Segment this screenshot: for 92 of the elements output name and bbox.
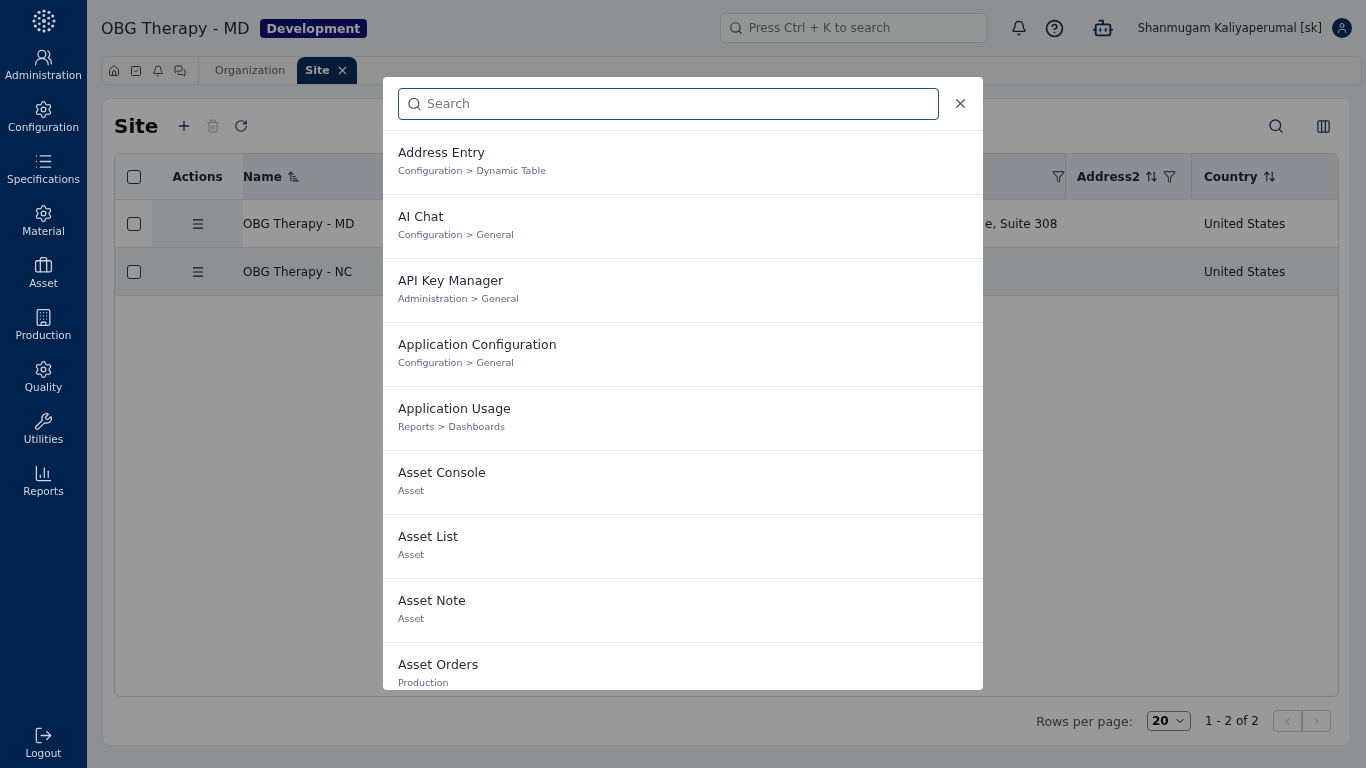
sort-icon[interactable] — [1145, 170, 1159, 183]
logout-link[interactable]: Logout — [25, 747, 62, 759]
sidebar-item-icon[interactable] — [34, 308, 53, 327]
search-result[interactable]: Application Configuration Configuration > General — [383, 323, 983, 387]
table-cell: United States — [1204, 264, 1286, 279]
logout-icon[interactable] — [34, 726, 53, 745]
sidebar-item[interactable]: Material — [22, 225, 65, 237]
rows-per-page-label: Rows per page: — [1036, 713, 1133, 729]
result-path: Asset — [398, 485, 424, 496]
result-title: Asset Note — [398, 593, 466, 608]
filter-icon[interactable] — [1052, 170, 1065, 183]
table-cell: United States — [1204, 216, 1286, 231]
result-path: Configuration > General — [398, 357, 514, 368]
checkbox[interactable] — [126, 216, 141, 231]
home-icon[interactable] — [108, 64, 120, 77]
columns-icon[interactable] — [1316, 118, 1331, 134]
robot-icon[interactable] — [1091, 17, 1114, 39]
sidebar-item-icon[interactable] — [34, 464, 53, 483]
sidebar-item-icon[interactable] — [34, 360, 53, 379]
search-icon — [407, 96, 422, 111]
sidebar-item-icon[interactable] — [34, 152, 53, 171]
result-title: Asset Console — [398, 465, 486, 480]
result-path: Reports > Dashboards — [398, 421, 505, 432]
sidebar-item[interactable]: Quality — [24, 381, 63, 393]
sort-ascending-icon[interactable] — [286, 170, 300, 183]
search-result[interactable]: Asset Orders Production — [383, 643, 983, 690]
search-result[interactable]: Address Entry Configuration > Dynamic Table — [383, 131, 983, 195]
help-icon[interactable] — [1044, 18, 1064, 38]
global-search-field[interactable]: Press Ctrl + K to search — [719, 13, 987, 43]
result-title: Application Configuration — [398, 337, 557, 352]
checkbox[interactable] — [126, 264, 141, 279]
tasks-icon[interactable] — [130, 64, 142, 77]
sidebar-item-icon[interactable] — [34, 204, 53, 223]
sidebar-item-icon[interactable] — [34, 48, 53, 67]
column-header[interactable]: Actions — [172, 169, 223, 184]
table-cell: e, Suite 308 — [985, 216, 1058, 231]
sidebar-item[interactable]: Asset — [29, 277, 58, 289]
notifications-icon[interactable] — [1010, 20, 1027, 36]
result-path: Production — [398, 677, 449, 688]
messages-icon[interactable] — [174, 64, 186, 77]
environment-badge: Development — [259, 18, 368, 38]
result-title: API Key Manager — [398, 273, 504, 288]
row-menu-icon[interactable] — [190, 264, 205, 279]
result-path: Configuration > General — [398, 229, 514, 240]
close-icon[interactable] — [953, 96, 968, 111]
logo-icon — [30, 8, 57, 34]
search-result[interactable]: Asset Note Asset — [383, 579, 983, 643]
tab[interactable]: Site — [297, 57, 357, 84]
avatar-icon[interactable] — [1332, 18, 1352, 38]
user-name[interactable]: Shanmugam Kaliyaperumal [sk] — [1137, 21, 1322, 35]
search-result[interactable]: Application Usage Reports > Dashboards — [383, 387, 983, 451]
result-path: Asset — [398, 613, 424, 624]
search-result[interactable]: Asset Console Asset — [383, 451, 983, 515]
sidebar-item[interactable]: Production — [15, 329, 72, 341]
tab[interactable]: Organization — [207, 57, 294, 84]
row-menu-icon[interactable] — [190, 216, 205, 231]
filter-icon[interactable] — [1163, 170, 1177, 183]
rows-per-page-select[interactable]: 20 — [1146, 711, 1191, 731]
table-cell: OBG Therapy - MD — [243, 216, 355, 231]
sidebar-item[interactable]: Configuration — [7, 121, 80, 133]
table-cell: OBG Therapy - NC — [243, 264, 353, 279]
search-result[interactable]: AI Chat Configuration > General — [383, 195, 983, 259]
sidebar-item-icon[interactable] — [34, 256, 53, 275]
search-field[interactable]: Search — [398, 87, 939, 120]
sidebar-item-icon[interactable] — [34, 412, 53, 431]
result-title: Address Entry — [398, 145, 485, 160]
search-result[interactable]: API Key Manager Administration > General — [383, 259, 983, 323]
sidebar-item[interactable]: Specifications — [7, 173, 80, 185]
result-title: Asset List — [398, 529, 458, 544]
sidebar-item[interactable]: Utilities — [23, 433, 64, 445]
result-path: Configuration > Dynamic Table — [398, 165, 546, 176]
app-title: OBG Therapy - MD — [101, 18, 250, 38]
result-title: Asset Orders — [398, 657, 479, 672]
column-header[interactable]: Country — [1204, 169, 1258, 184]
page-range: 1 - 2 of 2 — [1204, 714, 1259, 728]
sidebar-item-icon[interactable] — [34, 100, 53, 119]
result-title: AI Chat — [398, 209, 444, 224]
search-icon[interactable] — [1268, 118, 1284, 134]
result-path: Administration > General — [398, 293, 519, 304]
page-title: Site — [114, 114, 159, 138]
column-header[interactable]: Name — [243, 169, 282, 184]
sidebar-item[interactable]: Reports — [23, 485, 64, 497]
search-result[interactable]: Asset List Asset — [383, 515, 983, 579]
result-path: Asset — [398, 549, 424, 560]
sidebar-item[interactable]: Administration — [5, 69, 82, 81]
column-header[interactable]: Address2 — [1077, 169, 1141, 184]
bell-icon[interactable] — [152, 64, 164, 77]
checkbox[interactable] — [126, 169, 141, 184]
sort-icon[interactable] — [1262, 170, 1276, 183]
refresh-icon[interactable] — [234, 119, 249, 133]
result-title: Application Usage — [398, 401, 511, 416]
search-icon — [728, 21, 743, 35]
